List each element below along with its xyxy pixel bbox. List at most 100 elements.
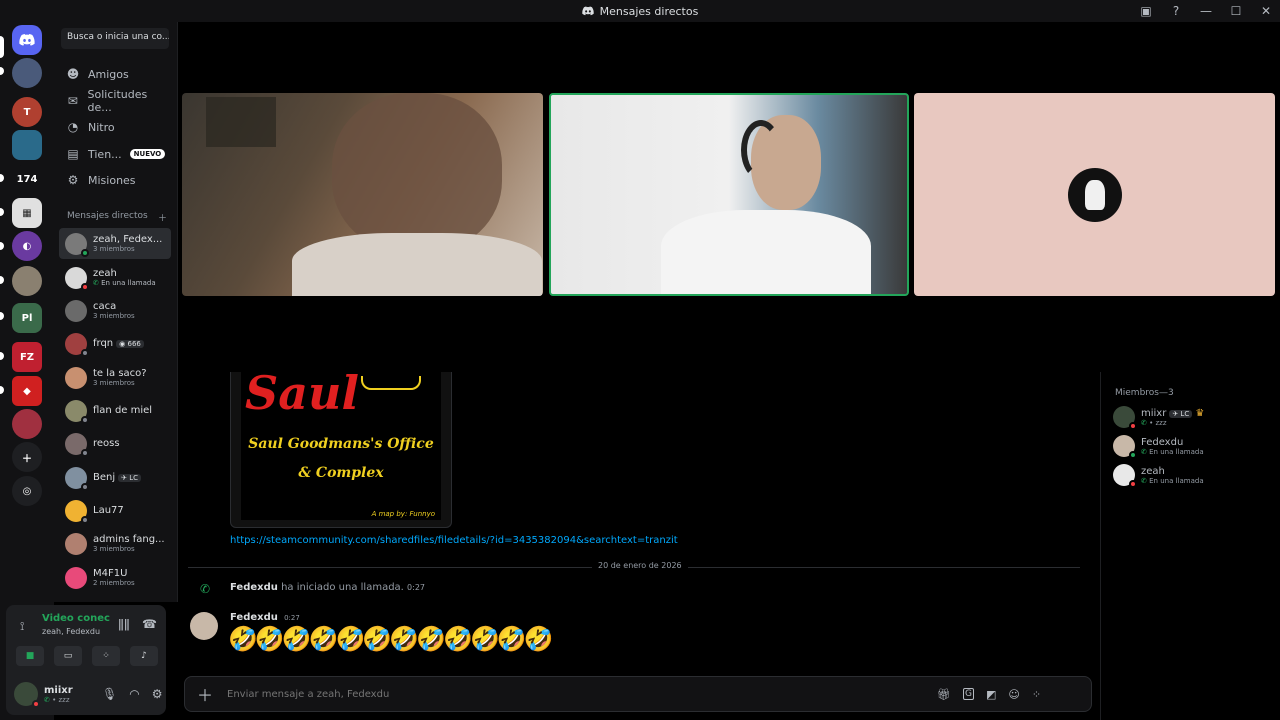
- camera-icon: ■: [25, 651, 35, 661]
- headphones-icon[interactable]: ◠: [129, 687, 139, 701]
- nav-message-requests[interactable]: ✉ Solicitudes de...: [60, 88, 172, 114]
- nav-quests[interactable]: ⚙ Misiones: [60, 168, 172, 192]
- window-title-text: Mensajes directos: [599, 4, 699, 18]
- nav-friends[interactable]: ☻ Amigos: [60, 62, 172, 86]
- server-icon-3[interactable]: [12, 130, 42, 160]
- dm-item[interactable]: flan de miel: [59, 395, 171, 426]
- server-icon-6[interactable]: ◐: [12, 231, 42, 261]
- maximize-button[interactable]: ☐: [1228, 4, 1244, 18]
- dm-item[interactable]: caca 3 miembros: [59, 295, 171, 326]
- noise-suppression-icon[interactable]: ǁǁ: [118, 617, 130, 631]
- member-item[interactable]: miixr ✈ LC ♛ ✆ • zzz: [1113, 406, 1204, 430]
- background-shelf: [206, 97, 276, 147]
- dm-item[interactable]: frqn ◉ 666: [59, 328, 171, 359]
- nav-shop-label: Tien...: [88, 147, 122, 161]
- dm-name: M4F1U: [93, 568, 128, 579]
- user-panel: miixr ✆ • zzz 🎙 ◠ ⚙: [6, 673, 166, 715]
- system-message-user[interactable]: Fedexdu: [230, 582, 278, 593]
- camera-button[interactable]: ■: [16, 646, 44, 666]
- status-indicator: [81, 515, 89, 524]
- server-icon-11[interactable]: [12, 409, 42, 439]
- guild-tag-text: 666: [127, 340, 141, 348]
- minimize-button[interactable]: —: [1198, 4, 1214, 18]
- server-icon-10[interactable]: ◆: [12, 376, 42, 406]
- title-bar: Mensajes directos ▣ ? — ☐ ✕: [0, 0, 1280, 22]
- avatar: [65, 532, 87, 555]
- in-call-icon: ✆: [1141, 476, 1147, 485]
- activities-button[interactable]: ⁘: [92, 646, 120, 666]
- server-icon-1[interactable]: [12, 58, 42, 88]
- avatar: [65, 499, 89, 524]
- sticker-icon[interactable]: ◩: [986, 688, 996, 701]
- avatar: [65, 432, 89, 457]
- member-name: Fedexdu: [1141, 436, 1184, 448]
- home-button[interactable]: [12, 25, 42, 55]
- message-input[interactable]: [227, 688, 928, 700]
- video-tile-participant-2-speaking[interactable]: [549, 93, 909, 296]
- nav-shop[interactable]: ▤ Tien... NUEVO: [60, 142, 172, 166]
- dm-item[interactable]: M4F1U 2 miembros: [59, 562, 171, 593]
- nav-nitro[interactable]: ◔ Nitro: [60, 115, 172, 139]
- participant-shirt: [292, 233, 542, 296]
- plus-icon: ＋: [22, 453, 32, 465]
- dm-item[interactable]: Benj ✈ LC: [59, 462, 171, 493]
- server-icon-7[interactable]: [12, 266, 42, 296]
- signal-icon[interactable]: ⟟: [20, 619, 24, 634]
- video-tile-participant-1[interactable]: [182, 93, 543, 296]
- soundboard-button[interactable]: ♪: [130, 646, 158, 666]
- mail-icon: ✉: [67, 94, 78, 108]
- avatar[interactable]: [190, 612, 218, 640]
- help-icon[interactable]: ?: [1168, 4, 1184, 18]
- dm-item[interactable]: admins fang... 3 miembros: [59, 528, 171, 559]
- server-icon-5[interactable]: ▦: [12, 198, 42, 228]
- disconnect-icon[interactable]: ☎: [142, 617, 157, 631]
- attach-plus-icon[interactable]: ＋: [197, 682, 213, 706]
- dm-item[interactable]: Lau77: [59, 495, 171, 526]
- server-icon-9[interactable]: FZ: [12, 342, 42, 372]
- avatar: [65, 332, 89, 357]
- gif-icon[interactable]: G: [962, 688, 974, 700]
- avatar: [1113, 406, 1137, 430]
- dm-name: zeah: [93, 268, 117, 279]
- status-indicator: [81, 248, 89, 257]
- inbox-icon[interactable]: ▣: [1138, 4, 1154, 18]
- emoji-icon[interactable]: ☺: [1008, 688, 1019, 701]
- search-conversation-button[interactable]: Busca o inicia una co...: [61, 28, 169, 49]
- server-icon-174[interactable]: 174: [12, 164, 42, 194]
- dm-item[interactable]: te la saco? 3 miembros: [59, 362, 171, 393]
- message-content: 🤣🤣🤣🤣🤣🤣🤣🤣🤣🤣🤣🤣: [228, 625, 554, 653]
- settings-gear-icon[interactable]: ⚙: [152, 687, 163, 701]
- voice-channel[interactable]: zeah, Fedexdu: [42, 627, 100, 636]
- add-server-button[interactable]: ＋: [12, 442, 42, 472]
- server-icon-8[interactable]: Pl: [12, 303, 42, 333]
- apps-icon[interactable]: ⁘: [1032, 688, 1041, 701]
- unread-indicator: [0, 208, 4, 216]
- screen-share-button[interactable]: ▭: [54, 646, 82, 666]
- avatar[interactable]: [14, 682, 40, 708]
- server-icon-troll[interactable]: T: [12, 97, 42, 127]
- system-message: Fedexdu ha iniciado una llamada. 0:27: [230, 582, 425, 593]
- nav-quests-label: Misiones: [88, 173, 136, 187]
- gift-icon[interactable]: 🎁︎: [937, 688, 951, 701]
- close-button[interactable]: ✕: [1258, 4, 1274, 18]
- dm-subtitle: 3 miembros: [93, 312, 135, 320]
- avatar: [65, 366, 87, 389]
- create-dm-plus-icon[interactable]: ＋: [158, 211, 167, 224]
- chat-area: Saul Saul Goodmans's Office & Complex A …: [178, 372, 1098, 720]
- member-item[interactable]: Fedexdu ✆ En una llamada: [1113, 435, 1204, 459]
- status-indicator: [81, 415, 89, 424]
- dm-subtitle-text: En una llamada: [101, 279, 156, 287]
- video-tile-participant-3[interactable]: [914, 93, 1275, 296]
- avatar: [65, 466, 89, 491]
- dm-item[interactable]: reoss: [59, 428, 171, 459]
- dm-item[interactable]: zeah, Fedex... 3 miembros: [59, 228, 171, 259]
- attachment-image[interactable]: Saul Saul Goodmans's Office & Complex A …: [241, 372, 441, 520]
- nav-nitro-label: Nitro: [88, 120, 115, 134]
- attachment-embed[interactable]: Saul Saul Goodmans's Office & Complex A …: [230, 372, 452, 528]
- message-link[interactable]: https://steamcommunity.com/sharedfiles/f…: [230, 535, 678, 546]
- message-author[interactable]: Fedexdu: [230, 612, 278, 623]
- member-item[interactable]: zeah ✆ En una llamada: [1113, 464, 1204, 488]
- microphone-icon[interactable]: 🎙: [102, 687, 117, 701]
- discover-button[interactable]: ◎: [12, 476, 42, 506]
- dm-item[interactable]: zeah ✆ En una llamada: [59, 262, 171, 293]
